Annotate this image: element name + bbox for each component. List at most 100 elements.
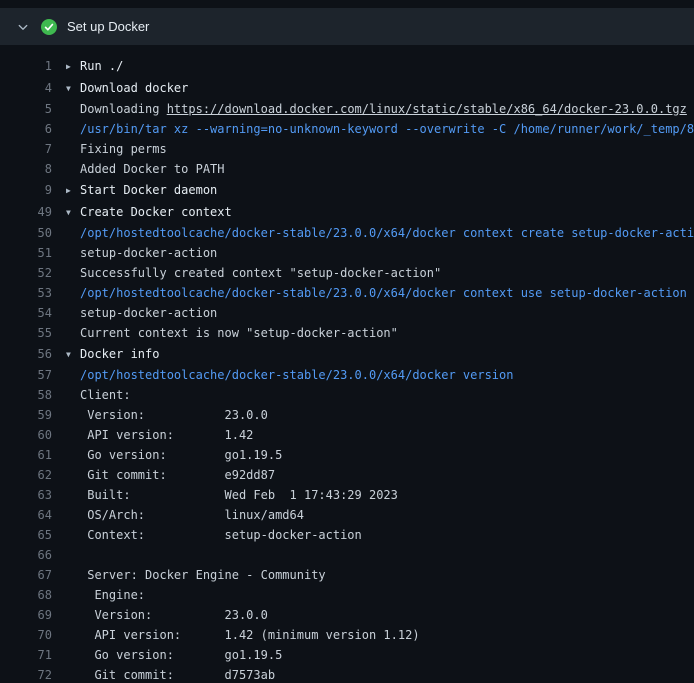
log-line: 4▼Download docker: [0, 77, 694, 99]
success-check-icon: [41, 19, 57, 35]
line-number[interactable]: 59: [0, 408, 66, 422]
log-text: Git commit: d7573ab: [66, 668, 275, 682]
line-number[interactable]: 65: [0, 528, 66, 542]
line-number[interactable]: 50: [0, 226, 66, 240]
triangle-down-icon[interactable]: ▼: [66, 208, 80, 217]
log-line: 54setup-docker-action: [0, 303, 694, 323]
log-text: Version: 23.0.0: [66, 608, 268, 622]
line-number[interactable]: 4: [0, 81, 66, 95]
log-text: Fixing perms: [66, 142, 167, 156]
line-number[interactable]: 72: [0, 668, 66, 682]
log-line: 58Client:: [0, 385, 694, 405]
log-line: 56▼Docker info: [0, 343, 694, 365]
line-number[interactable]: 71: [0, 648, 66, 662]
log-line: 63 Built: Wed Feb 1 17:43:29 2023: [0, 485, 694, 505]
line-number[interactable]: 53: [0, 286, 66, 300]
log-line: 49▼Create Docker context: [0, 201, 694, 223]
log-text: Current context is now "setup-docker-act…: [66, 326, 398, 340]
line-number[interactable]: 66: [0, 548, 66, 562]
log-line: 52Successfully created context "setup-do…: [0, 263, 694, 283]
line-number[interactable]: 67: [0, 568, 66, 582]
line-number[interactable]: 69: [0, 608, 66, 622]
line-number[interactable]: 56: [0, 347, 66, 361]
log-line: 71 Go version: go1.19.5: [0, 645, 694, 665]
log-line: 1▶Run ./: [0, 55, 694, 77]
triangle-right-icon[interactable]: ▶: [66, 62, 80, 71]
log-text: Built: Wed Feb 1 17:43:29 2023: [66, 488, 398, 502]
line-number[interactable]: 49: [0, 205, 66, 219]
log-text: Downloading https://download.docker.com/…: [66, 102, 687, 116]
log-text: setup-docker-action: [66, 306, 217, 320]
line-number[interactable]: 68: [0, 588, 66, 602]
line-number[interactable]: 57: [0, 368, 66, 382]
log-text: Go version: go1.19.5: [66, 448, 282, 462]
log-text: setup-docker-action: [66, 246, 217, 260]
line-number[interactable]: 70: [0, 628, 66, 642]
log-line: 9▶Start Docker daemon: [0, 179, 694, 201]
log-line: 70 API version: 1.42 (minimum version 1.…: [0, 625, 694, 645]
line-number[interactable]: 58: [0, 388, 66, 402]
step-title: Set up Docker: [67, 19, 149, 34]
log-lines: 1▶Run ./4▼Download docker5Downloading ht…: [0, 45, 694, 683]
log-command-text: /opt/hostedtoolcache/docker-stable/23.0.…: [66, 368, 513, 382]
log-command-text: /opt/hostedtoolcache/docker-stable/23.0.…: [66, 286, 687, 300]
triangle-right-icon[interactable]: ▶: [66, 186, 80, 195]
log-line: 61 Go version: go1.19.5: [0, 445, 694, 465]
log-line: 55Current context is now "setup-docker-a…: [0, 323, 694, 343]
log-text: Successfully created context "setup-dock…: [66, 266, 441, 280]
log-line: 69 Version: 23.0.0: [0, 605, 694, 625]
triangle-down-icon[interactable]: ▼: [66, 84, 80, 93]
line-number[interactable]: 7: [0, 142, 66, 156]
log-group-toggle[interactable]: ▶Start Docker daemon: [66, 183, 217, 197]
log-line: 50/opt/hostedtoolcache/docker-stable/23.…: [0, 223, 694, 243]
log-line: 64 OS/Arch: linux/amd64: [0, 505, 694, 525]
step-header[interactable]: Set up Docker: [0, 8, 694, 45]
log-text: Context: setup-docker-action: [66, 528, 362, 542]
line-number[interactable]: 51: [0, 246, 66, 260]
log-text: Git commit: e92dd87: [66, 468, 275, 482]
log-line: 60 API version: 1.42: [0, 425, 694, 445]
log-line: 65 Context: setup-docker-action: [0, 525, 694, 545]
line-number[interactable]: 55: [0, 326, 66, 340]
log-group-toggle[interactable]: ▶Run ./: [66, 59, 123, 73]
triangle-down-icon[interactable]: ▼: [66, 350, 80, 359]
log-text: API version: 1.42: [66, 428, 253, 442]
log-text: Client:: [66, 388, 131, 402]
log-line: 59 Version: 23.0.0: [0, 405, 694, 425]
log-text: Added Docker to PATH: [66, 162, 225, 176]
log-line: 6/usr/bin/tar xz --warning=no-unknown-ke…: [0, 119, 694, 139]
log-command-text: /usr/bin/tar xz --warning=no-unknown-key…: [66, 122, 694, 136]
line-number[interactable]: 8: [0, 162, 66, 176]
log-group-toggle[interactable]: ▼Docker info: [66, 347, 159, 361]
log-line: 72 Git commit: d7573ab: [0, 665, 694, 683]
log-line: 68 Engine:: [0, 585, 694, 605]
log-text: Server: Docker Engine - Community: [66, 568, 326, 582]
log-command-text: /opt/hostedtoolcache/docker-stable/23.0.…: [66, 226, 694, 240]
log-line: 57/opt/hostedtoolcache/docker-stable/23.…: [0, 365, 694, 385]
line-number[interactable]: 52: [0, 266, 66, 280]
log-line: 5Downloading https://download.docker.com…: [0, 99, 694, 119]
log-line: 67 Server: Docker Engine - Community: [0, 565, 694, 585]
log-text: Engine:: [66, 588, 145, 602]
line-number[interactable]: 63: [0, 488, 66, 502]
log-line: 8Added Docker to PATH: [0, 159, 694, 179]
log-line: 66: [0, 545, 694, 565]
line-number[interactable]: 54: [0, 306, 66, 320]
chevron-down-icon[interactable]: [15, 19, 31, 35]
line-number[interactable]: 64: [0, 508, 66, 522]
log-group-toggle[interactable]: ▼Create Docker context: [66, 205, 232, 219]
log-line: 53/opt/hostedtoolcache/docker-stable/23.…: [0, 283, 694, 303]
line-number[interactable]: 1: [0, 59, 66, 73]
log-text: Version: 23.0.0: [66, 408, 268, 422]
line-number[interactable]: 61: [0, 448, 66, 462]
line-number[interactable]: 9: [0, 183, 66, 197]
line-number[interactable]: 62: [0, 468, 66, 482]
log-text: Go version: go1.19.5: [66, 648, 282, 662]
line-number[interactable]: 6: [0, 122, 66, 136]
log-group-toggle[interactable]: ▼Download docker: [66, 81, 188, 95]
line-number[interactable]: 5: [0, 102, 66, 116]
log-line: 51setup-docker-action: [0, 243, 694, 263]
log-link[interactable]: https://download.docker.com/linux/static…: [167, 102, 687, 116]
line-number[interactable]: 60: [0, 428, 66, 442]
log-text: OS/Arch: linux/amd64: [66, 508, 304, 522]
